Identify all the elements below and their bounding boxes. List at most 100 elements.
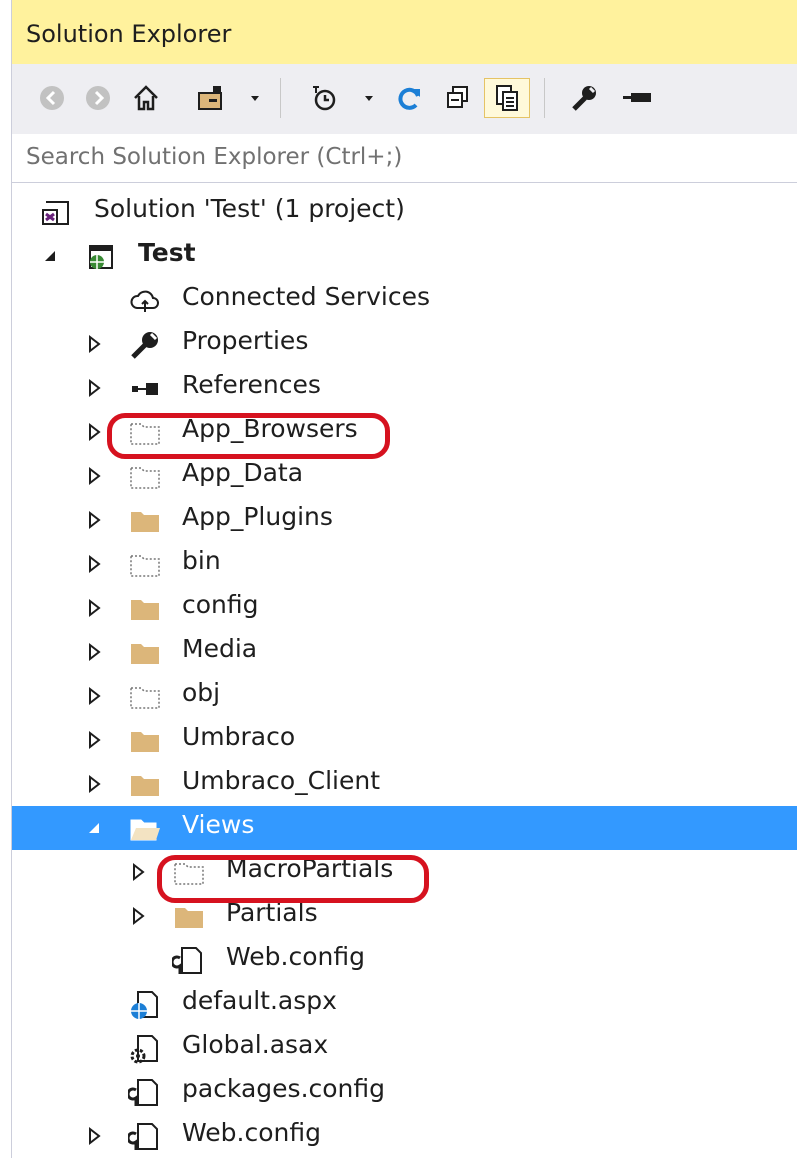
collapse-arrow-icon[interactable] [84, 598, 104, 618]
tree-item-media[interactable]: Media [12, 630, 797, 674]
highlight-annotation [157, 855, 429, 903]
properties-icon [569, 83, 599, 113]
tree-item-label: Views [182, 810, 255, 839]
folder-icon [128, 636, 162, 670]
expand-arrow-icon[interactable] [84, 818, 104, 838]
forward-button[interactable] [78, 78, 118, 118]
pending-changes-filter-button[interactable] [304, 78, 344, 118]
refresh-button[interactable] [390, 78, 430, 118]
switch-views-dropdown[interactable] [244, 78, 266, 118]
tree-item-label: Test [138, 238, 196, 267]
hidden-folder-icon [128, 548, 162, 582]
preview-icon [619, 88, 653, 108]
tree-item-solution-test-1-project[interactable]: Solution 'Test' (1 project) [12, 190, 797, 234]
home-button[interactable] [126, 78, 166, 118]
collapse-arrow-icon[interactable] [84, 422, 104, 442]
tree-item-label: Umbraco_Client [182, 766, 381, 795]
collapse-arrow-icon[interactable] [84, 378, 104, 398]
collapse-all-button[interactable] [438, 78, 478, 118]
collapse-arrow-icon[interactable] [84, 334, 104, 354]
tree-item-label: Web.config [182, 1118, 321, 1147]
open-folder-icon [128, 812, 162, 846]
tree-item-label: Umbraco [182, 722, 296, 751]
hidden-folder-icon [128, 460, 162, 494]
expand-arrow-icon[interactable] [40, 246, 60, 266]
tree-item-label: obj [182, 678, 221, 707]
collapse-arrow-icon[interactable] [84, 510, 104, 530]
tree-item-label: App_Plugins [182, 502, 333, 531]
config-file-icon [126, 1120, 162, 1154]
collapse-arrow-icon[interactable] [84, 466, 104, 486]
tree-item-web-config[interactable]: Web.config [12, 1114, 797, 1158]
tree-item-bin[interactable]: bin [12, 542, 797, 586]
collapse-arrow-icon[interactable] [128, 906, 148, 926]
toolbar-separator [280, 78, 281, 118]
dropdown-icon [249, 92, 261, 104]
show-all-files-button[interactable] [484, 78, 530, 118]
tree-item-label: Media [182, 634, 258, 663]
asax-file-icon [128, 1032, 162, 1066]
show-all-files-icon [492, 83, 522, 113]
toolbar-separator [544, 78, 545, 118]
search-box[interactable]: Search Solution Explorer (Ctrl+;) [12, 134, 797, 183]
pending-changes-dropdown[interactable] [358, 78, 380, 118]
tree-item-app-data[interactable]: App_Data [12, 454, 797, 498]
back-button[interactable] [32, 78, 72, 118]
references-icon [128, 372, 162, 406]
folder-icon [128, 724, 162, 758]
collapse-arrow-icon[interactable] [84, 1126, 104, 1146]
folder-icon [172, 900, 206, 934]
tree-item-obj[interactable]: obj [12, 674, 797, 718]
switch-views-button[interactable] [192, 78, 232, 118]
collapse-arrow-icon[interactable] [84, 554, 104, 574]
home-icon [131, 83, 161, 113]
search-input[interactable]: Search Solution Explorer (Ctrl+;) [26, 144, 402, 170]
tree-item-web-config[interactable]: Web.config [12, 938, 797, 982]
tree-item-label: Solution 'Test' (1 project) [94, 194, 405, 223]
folder-icon [128, 768, 162, 802]
config-file-icon [126, 1076, 162, 1110]
folder-icon [128, 504, 162, 538]
solution-icon [40, 196, 74, 230]
switch-views-icon [195, 83, 229, 113]
tree-item-views[interactable]: Views [12, 806, 797, 850]
tree-item-label: Global.asax [182, 1030, 329, 1059]
properties-button[interactable] [564, 78, 604, 118]
aspx-file-icon [128, 988, 162, 1022]
collapse-arrow-icon[interactable] [128, 862, 148, 882]
tree-item-default-aspx[interactable]: default.aspx [12, 982, 797, 1026]
refresh-icon [395, 83, 425, 113]
tree-item-test[interactable]: Test [12, 234, 797, 278]
tree-item-label: Connected Services [182, 282, 430, 311]
back-icon [37, 83, 67, 113]
tree-item-umbraco-client[interactable]: Umbraco_Client [12, 762, 797, 806]
tree-item-connected-services[interactable]: Connected Services [12, 278, 797, 322]
tree-item-label: Properties [182, 326, 309, 355]
collapse-arrow-icon[interactable] [84, 642, 104, 662]
tree-item-properties[interactable]: Properties [12, 322, 797, 366]
collapse-arrow-icon[interactable] [84, 686, 104, 706]
collapse-arrow-icon[interactable] [84, 730, 104, 750]
preview-selected-items-button[interactable] [616, 78, 656, 118]
collapse-arrow-icon[interactable] [84, 774, 104, 794]
forward-icon [83, 83, 113, 113]
tree-item-packages-config[interactable]: packages.config [12, 1070, 797, 1114]
tree-item-label: Web.config [226, 942, 365, 971]
tree-item-umbraco[interactable]: Umbraco [12, 718, 797, 762]
config-file-icon [170, 944, 206, 978]
tree-item-config[interactable]: config [12, 586, 797, 630]
tree-item-label: bin [182, 546, 221, 575]
toolbar [12, 64, 797, 134]
tree-item-label: config [182, 590, 259, 619]
tree-item-label: default.aspx [182, 986, 337, 1015]
tree-item-app-plugins[interactable]: App_Plugins [12, 498, 797, 542]
tree-item-global-asax[interactable]: Global.asax [12, 1026, 797, 1070]
collapse-all-icon [443, 83, 473, 113]
tree-item-references[interactable]: References [12, 366, 797, 410]
title-bar: Solution Explorer [12, 0, 797, 64]
tree-item-label: References [182, 370, 321, 399]
web-project-icon [84, 240, 118, 274]
wrench-icon [128, 328, 162, 362]
window-title: Solution Explorer [26, 20, 232, 48]
folder-icon [128, 592, 162, 626]
